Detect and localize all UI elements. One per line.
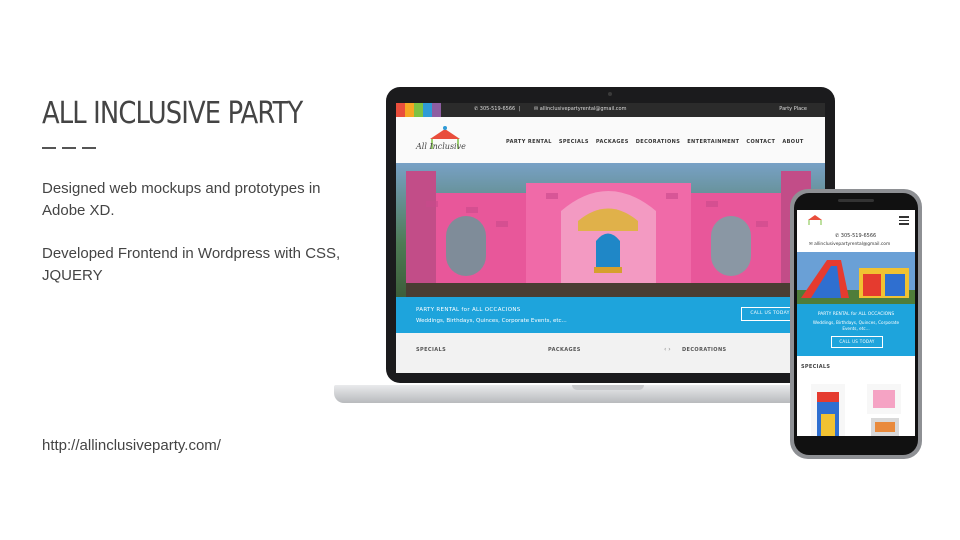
- category-decorations[interactable]: DECORATIONS: [682, 347, 727, 353]
- nav-entertainment[interactable]: ENTERTAINMENT: [687, 139, 739, 145]
- hero-banner: [396, 163, 825, 297]
- design-description: Designed web mockups and prototypes in A…: [42, 180, 321, 219]
- topbar-phone[interactable]: ✆ 305-519-6566 |: [474, 106, 520, 112]
- development-description: Developed Frontend in Wordpress with CSS…: [42, 245, 341, 284]
- nav-packages[interactable]: PACKAGES: [596, 139, 629, 145]
- logo-text: All Inclusive: [416, 142, 466, 151]
- cta-subline: Weddings, Birthdays, Quinces, Corporate …: [416, 318, 567, 324]
- title-divider: [42, 147, 96, 149]
- hamburger-menu-icon[interactable]: [899, 216, 909, 227]
- cta-headline: PARTY RENTAL for ALL OCCACIONS: [416, 307, 521, 313]
- mobile-header: [797, 210, 915, 230]
- main-nav: PARTY RENTAL SPECIALS PACKAGES DECORATIO…: [506, 139, 804, 145]
- nav-contact[interactable]: CONTACT: [746, 139, 775, 145]
- phone-speaker: [838, 199, 874, 202]
- category-packages[interactable]: PACKAGES: [548, 347, 581, 353]
- mobile-specials-heading: SPECIALS: [801, 364, 831, 370]
- mobile-hero: [797, 252, 915, 304]
- laptop-camera: [608, 92, 612, 96]
- carousel-arrows-icon[interactable]: ‹ ›: [664, 346, 671, 353]
- mobile-phone[interactable]: ✆ 305-519-6566: [835, 233, 876, 239]
- mobile-contact: ✆ 305-519-6566 ✉ allinclusivepartyrental…: [797, 230, 915, 252]
- category-strip: SPECIALS PACKAGES ‹ › DECORATIONS: [396, 333, 825, 373]
- mobile-cta-subline-1: Weddings, Birthdays, Quinces, Corporate: [812, 320, 900, 325]
- mobile-cta-band: PARTY RENTAL for ALL OCCACIONS Weddings,…: [797, 304, 915, 356]
- topbar-right-text: Party Place: [779, 106, 807, 112]
- category-specials[interactable]: SPECIALS: [416, 347, 446, 353]
- topbar-email[interactable]: ✉ allinclusivepartyrental@gmail.com: [534, 106, 627, 112]
- site-header: All Inclusive PARTY RENTAL SPECIALS PACK…: [396, 117, 825, 163]
- mobile-logo[interactable]: [803, 213, 827, 227]
- color-stripes: [396, 103, 441, 117]
- site-logo[interactable]: [416, 125, 474, 157]
- mobile-cta-subline-2: Events, etc...: [842, 326, 870, 331]
- laptop-opening-notch: [572, 385, 644, 390]
- mobile-email[interactable]: ✉ allinclusivepartyrental@gmail.com: [809, 242, 890, 247]
- nav-party-rental[interactable]: PARTY RENTAL: [506, 139, 552, 145]
- bounce-slide-image: [797, 260, 915, 304]
- nav-decorations[interactable]: DECORATIONS: [636, 139, 681, 145]
- cta-band: PARTY RENTAL for ALL OCCACIONS Weddings,…: [396, 297, 825, 333]
- bounce-castle-image: [406, 171, 811, 297]
- laptop-screen: ✆ 305-519-6566 | ✉ allinclusivepartyrent…: [396, 103, 825, 373]
- specials-product-images[interactable]: [797, 378, 915, 436]
- site-topbar: ✆ 305-519-6566 | ✉ allinclusivepartyrent…: [396, 103, 825, 117]
- mobile-call-us-button[interactable]: CALL US TODAY: [831, 336, 883, 348]
- mobile-cta-headline: PARTY RENTAL for ALL OCCACIONS: [817, 312, 895, 317]
- nav-about[interactable]: ABOUT: [782, 139, 803, 145]
- phone-screen: ✆ 305-519-6566 ✉ allinclusivepartyrental…: [797, 210, 915, 436]
- nav-specials[interactable]: SPECIALS: [559, 139, 589, 145]
- project-url-link[interactable]: http://allinclusiveparty.com/: [42, 437, 221, 454]
- project-title: ALL INCLUSIVE PARTY: [42, 96, 303, 131]
